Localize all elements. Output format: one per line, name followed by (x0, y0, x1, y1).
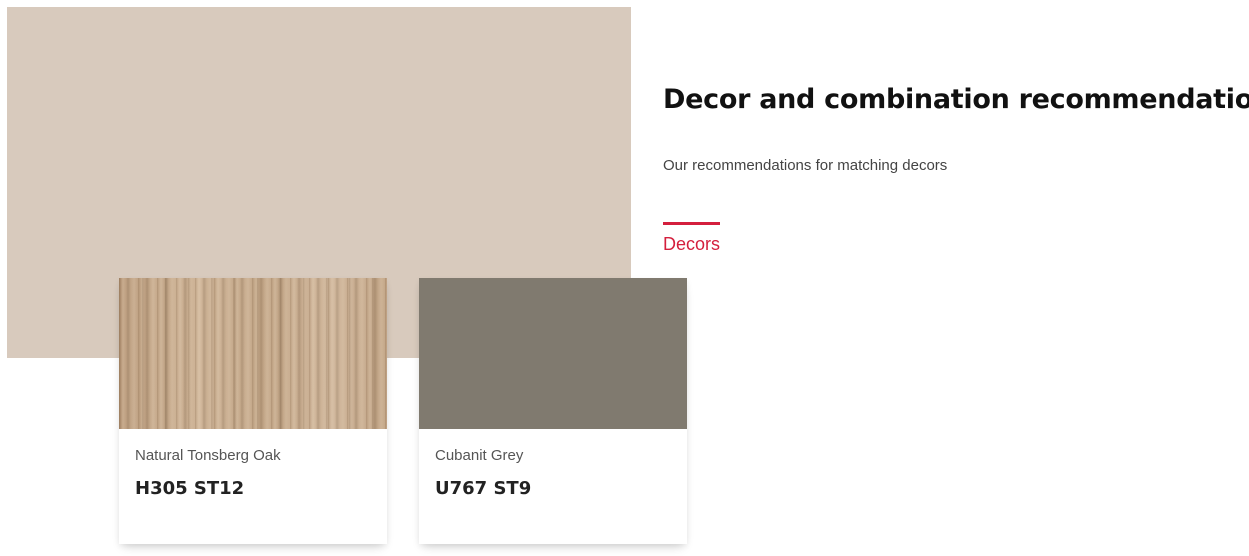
tab-decors[interactable]: Decors (663, 222, 721, 255)
section-title: Decor and combination recommendations (663, 84, 1249, 115)
decor-card-cubanit-grey[interactable]: Cubanit Grey U767 ST9 (419, 278, 687, 544)
section-subtitle: Our recommendations for matching decors (663, 157, 948, 174)
page: Decor and combination recommendations Ou… (0, 0, 1249, 556)
decor-card-natural-tonsberg-oak[interactable]: Natural Tonsberg Oak H305 ST12 (119, 278, 387, 544)
decor-swatch-image (419, 278, 687, 429)
decor-swatch-image (119, 278, 387, 429)
decor-name: Cubanit Grey (435, 447, 524, 464)
decor-code: U767 ST9 (435, 478, 532, 499)
decor-code: H305 ST12 (135, 478, 245, 499)
decor-name: Natural Tonsberg Oak (135, 447, 281, 464)
